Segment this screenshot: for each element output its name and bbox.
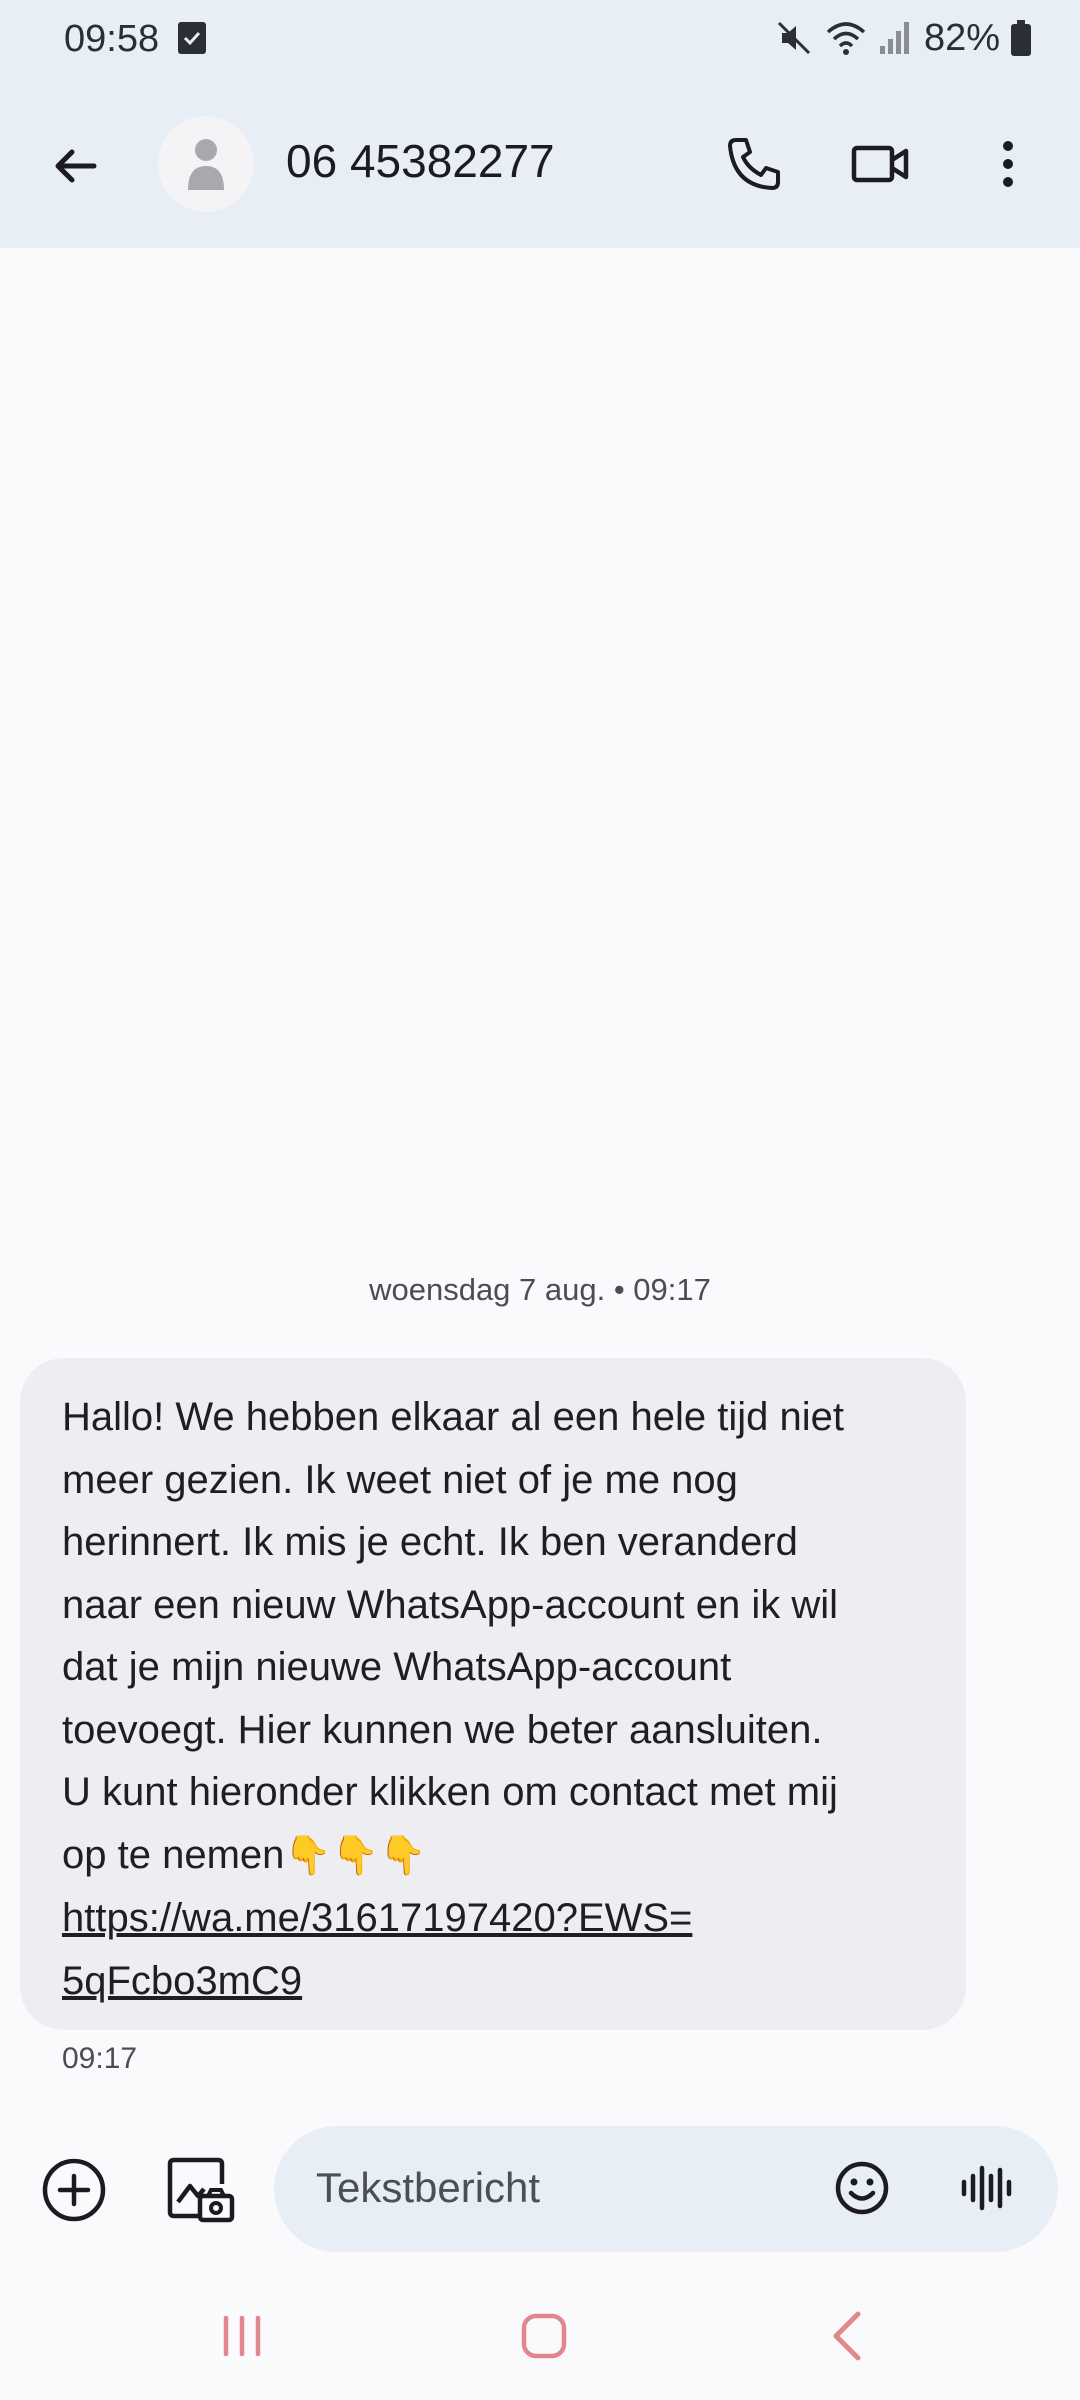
home-icon[interactable] — [520, 2312, 568, 2360]
mute-icon — [777, 21, 810, 55]
date-separator: woensdag 7 aug. • 09:17 — [369, 1272, 711, 1307]
add-attachment-icon[interactable] — [40, 2156, 108, 2224]
message-link[interactable]: https://wa.me/31617197420?EWS= 5qFcbo3mC9 — [62, 1887, 926, 2012]
voice-message-icon[interactable] — [954, 2156, 1018, 2220]
checkbox-notification-icon — [178, 22, 206, 54]
person-icon — [188, 139, 224, 190]
message-bubble[interactable]: Hallo! We hebben elkaar al een hele tijd… — [20, 1358, 966, 2030]
conversation-header: 06 45382277 — [0, 80, 1080, 248]
battery-icon — [1011, 20, 1031, 56]
wifi-icon — [826, 22, 866, 55]
video-call-icon[interactable] — [848, 132, 912, 196]
more-options-icon[interactable] — [988, 132, 1028, 196]
contact-avatar[interactable] — [158, 116, 254, 212]
signal-icon — [879, 22, 909, 54]
message-text: Hallo! We hebben elkaar al een hele tijd… — [62, 1386, 926, 1887]
system-navigation-bar — [0, 2270, 1080, 2400]
contact-name[interactable]: 06 45382277 — [286, 134, 555, 188]
recent-apps-icon[interactable] — [218, 2314, 266, 2358]
gallery-camera-icon[interactable] — [164, 2154, 236, 2226]
message-body: Hallo! We hebben elkaar al een hele tijd… — [62, 1395, 844, 1877]
pointing-down-emoji: 👇👇👇 — [284, 1834, 427, 1877]
message-input[interactable]: Tekstbericht — [274, 2126, 1058, 2252]
emoji-icon[interactable] — [830, 2156, 894, 2220]
status-time: 09:58 — [64, 18, 160, 60]
back-arrow-icon[interactable] — [46, 136, 106, 196]
message-timestamp: 09:17 — [62, 2042, 138, 2075]
status-bar: 09:58 82% — [0, 0, 1080, 80]
phone-call-icon[interactable] — [722, 132, 786, 196]
battery-percentage: 82% — [923, 16, 1000, 59]
message-link-line-2[interactable]: 5qFcbo3mC9 — [62, 1959, 302, 2003]
message-input-placeholder: Tekstbericht — [316, 2164, 541, 2211]
message-link-line-1[interactable]: https://wa.me/31617197420?EWS= — [62, 1896, 692, 1940]
nav-back-icon[interactable] — [826, 2310, 870, 2362]
status-indicators: 82% — [774, 16, 1032, 60]
